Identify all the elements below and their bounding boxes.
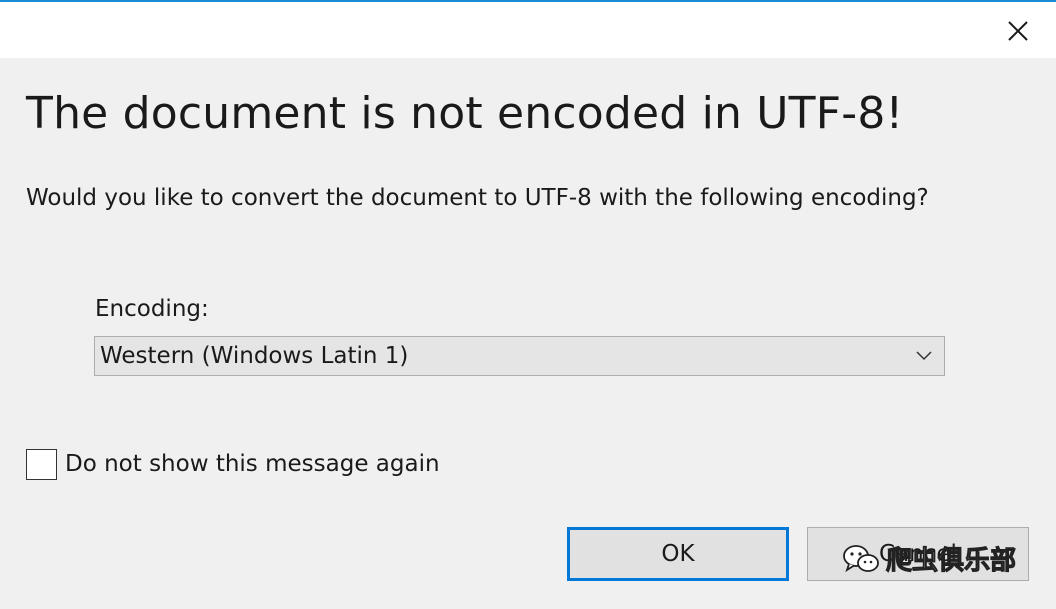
utf8-dialog: The document is not encoded in UTF-8! Wo… bbox=[0, 0, 1056, 609]
ok-button[interactable]: OK bbox=[567, 527, 789, 581]
dont-show-again-label[interactable]: Do not show this message again bbox=[65, 451, 440, 477]
encoding-select[interactable]: Western (Windows Latin 1) bbox=[94, 336, 945, 376]
dialog-prompt: Would you like to convert the document t… bbox=[26, 185, 929, 211]
dont-show-again-checkbox[interactable] bbox=[26, 448, 57, 480]
dialog-heading: The document is not encoded in UTF-8! bbox=[26, 88, 904, 139]
title-bar bbox=[0, 0, 1056, 58]
close-icon bbox=[1008, 21, 1028, 41]
close-button[interactable] bbox=[998, 14, 1038, 48]
encoding-label: Encoding: bbox=[95, 296, 209, 322]
chevron-down-icon bbox=[916, 351, 932, 361]
cancel-button[interactable]: Cancel bbox=[807, 527, 1029, 581]
dont-show-again-row[interactable]: Do not show this message again bbox=[26, 448, 440, 480]
encoding-select-value: Western (Windows Latin 1) bbox=[100, 343, 409, 369]
